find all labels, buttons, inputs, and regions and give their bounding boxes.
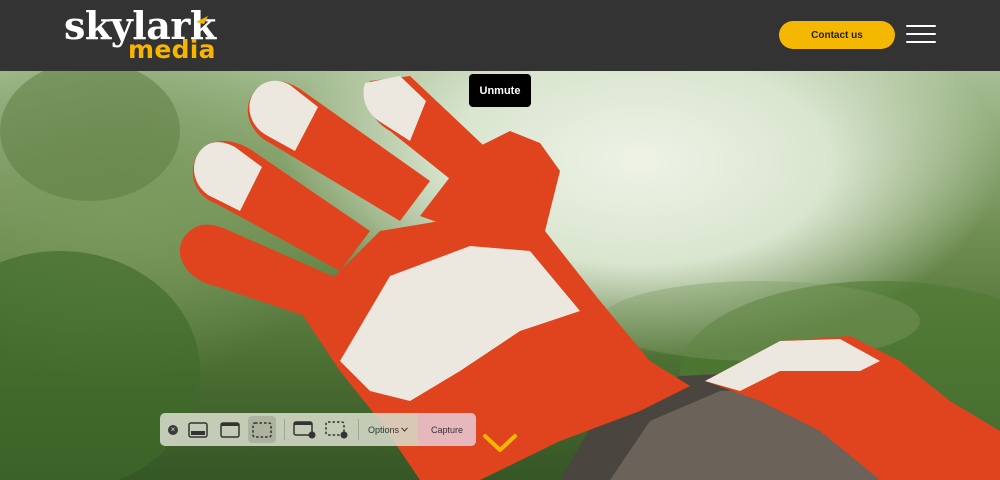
options-label: Options	[367, 424, 400, 435]
record-selection-icon[interactable]	[324, 413, 350, 446]
capture-selection-icon[interactable]	[248, 416, 276, 443]
logo-accent-mark	[196, 16, 208, 24]
skylark-media-logo[interactable]: skylark media	[64, 6, 216, 66]
toolbar-divider	[358, 419, 359, 440]
capture-screen-icon[interactable]	[218, 413, 242, 446]
close-icon[interactable]: ×	[166, 413, 180, 446]
menu-line	[906, 33, 936, 35]
record-screen-icon[interactable]	[292, 413, 318, 446]
screenshot-toolbar: × Options Capture	[160, 413, 476, 446]
scroll-down-chevron-icon[interactable]	[482, 432, 518, 456]
site-header: skylark media Contact us	[0, 0, 1000, 71]
chevron-down-icon	[401, 427, 408, 432]
capture-window-icon[interactable]	[186, 413, 210, 446]
options-menu-button[interactable]: Options	[362, 413, 414, 446]
unmute-button[interactable]: Unmute	[469, 74, 531, 107]
logo-text-media: media	[128, 35, 216, 64]
contact-us-button[interactable]: Contact us	[779, 21, 895, 49]
capture-button[interactable]: Capture	[418, 413, 476, 446]
hero-video[interactable]	[0, 71, 1000, 480]
toolbar-divider	[284, 419, 285, 440]
capture-label: Capture	[430, 424, 464, 435]
menu-line	[906, 41, 936, 43]
menu-line	[906, 25, 936, 27]
gloved-hand-image	[0, 71, 1000, 480]
hamburger-icon[interactable]	[906, 22, 936, 46]
